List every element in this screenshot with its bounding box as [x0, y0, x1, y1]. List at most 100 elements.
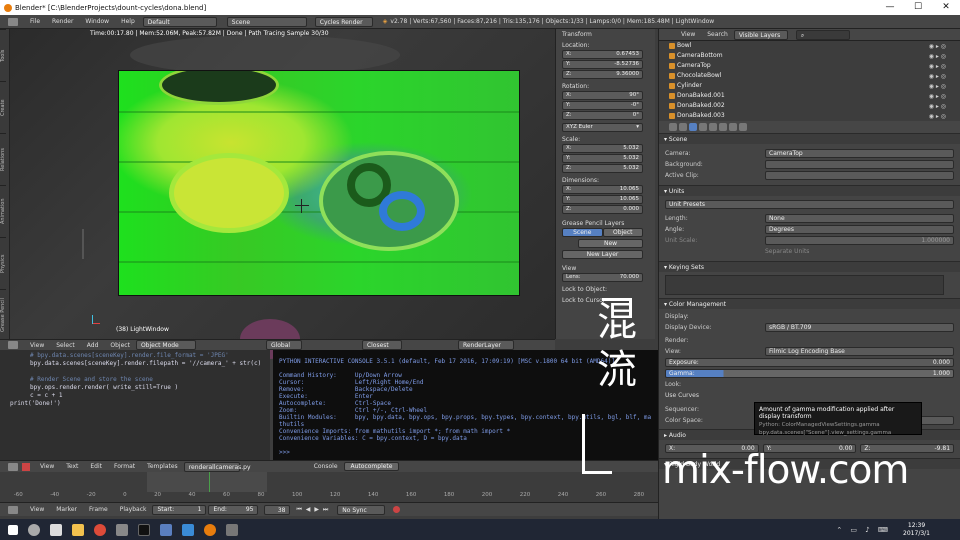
text-editor-type-icon[interactable]	[8, 462, 18, 471]
close-button[interactable]: ✕	[932, 0, 960, 15]
keying-sets-list[interactable]	[665, 275, 944, 295]
photos-icon[interactable]	[182, 523, 194, 536]
new-grease-button[interactable]: New	[578, 239, 643, 248]
dimensions-x-field[interactable]: X: 10.065	[562, 185, 643, 194]
grease-pencil-title[interactable]: Grease Pencil Layers	[562, 220, 655, 227]
text-file-selector[interactable]: renderallcameras.py	[183, 461, 251, 472]
text-menu-view[interactable]: View	[34, 463, 60, 470]
maximize-button[interactable]: ☐	[904, 0, 932, 15]
viewbar-menu-object[interactable]: Object	[104, 342, 136, 349]
rotation-z-field[interactable]: Z: 0°	[562, 111, 643, 120]
autocomplete-button[interactable]: Autocomplete	[343, 462, 400, 471]
outliner-item[interactable]: Bowl ◉ ▸ ◎	[659, 41, 960, 51]
scale-x-field[interactable]: X: 5.032	[562, 144, 643, 153]
record-icon[interactable]	[393, 506, 401, 513]
modifiers-tab-icon[interactable]	[729, 123, 737, 131]
viewbar-menu-select[interactable]: Select	[50, 342, 81, 349]
current-frame-field[interactable]: 38	[264, 504, 291, 515]
text-menu-text[interactable]: Text	[60, 463, 84, 470]
menu-file[interactable]: File	[24, 18, 46, 25]
timeline-menu-playback[interactable]: Playback	[114, 506, 153, 513]
tab-animation[interactable]: Animation	[0, 185, 6, 237]
outliner-search-input[interactable]: ⌕	[795, 29, 850, 40]
info-editor-icon[interactable]	[8, 17, 18, 26]
outliner-item[interactable]: DonaBaked.003 ◉ ▸ ◎	[659, 111, 960, 121]
editor-type-icon[interactable]	[8, 341, 18, 349]
new-layer-button[interactable]: New Layer	[562, 250, 643, 259]
pivot-selector[interactable]: Global	[265, 340, 302, 350]
view-transform-select[interactable]: Filmic Log Encoding Base	[765, 347, 954, 356]
exposure-field[interactable]: Exposure: 0.000	[665, 358, 954, 367]
unit-scale-field[interactable]: 1.000000	[765, 236, 954, 245]
scale-z-field[interactable]: Z: 5.032	[562, 164, 643, 173]
render-engine-selector[interactable]: Cycles Render	[314, 16, 373, 27]
outliner-item[interactable]: ChocolateBowl ◉ ▸ ◎	[659, 71, 960, 81]
outliner-menu-search[interactable]: Search	[701, 31, 734, 38]
dimensions-z-field[interactable]: Z: 0.000	[562, 205, 643, 214]
viewbar-menu-view[interactable]: View	[24, 342, 50, 349]
lens-field[interactable]: Lens: 70.000	[562, 273, 643, 282]
active-clip-field[interactable]	[765, 171, 954, 180]
end-frame-field[interactable]: End: 95	[208, 504, 259, 515]
color-management-panel-header[interactable]: ▾ Color Management	[659, 298, 960, 309]
scene-panel-header[interactable]: ▾ Scene	[659, 133, 960, 144]
render-layer-selector[interactable]: RenderLayer	[457, 340, 514, 350]
timeline[interactable]: -60 -40 -20 0 20 40 60 80 100 120 140 160 180 200 220 2…	[0, 472, 658, 502]
app-icon[interactable]	[116, 523, 128, 536]
outliner-item[interactable]: CameraBottom ◉ ▸ ◎	[659, 51, 960, 61]
sync-selector[interactable]: No Sync	[337, 504, 386, 515]
gamma-field[interactable]: Gamma: 1.000	[665, 369, 954, 378]
angle-select[interactable]: Degrees	[765, 225, 954, 234]
rotation-mode-select[interactable]: XYZ Euler ▾	[562, 123, 643, 132]
text-editor[interactable]: # bpy.data.scenes[sceneKey].render.file_…	[0, 350, 270, 460]
rotation-x-field[interactable]: X: 90°	[562, 91, 643, 100]
outliner-item[interactable]: DonaBaked.001 ◉ ▸ ◎	[659, 91, 960, 101]
layers-tab-icon[interactable]	[679, 123, 687, 131]
timeline-type-icon[interactable]	[8, 505, 18, 514]
world-tab-icon[interactable]	[699, 123, 707, 131]
layout-selector[interactable]: Default	[142, 16, 217, 27]
grease-scene-tab[interactable]: Scene	[562, 228, 603, 237]
snap-selector[interactable]: Closest	[361, 340, 402, 350]
outliner-item[interactable]: DonaBaked.002 ◉ ▸ ◎	[659, 101, 960, 111]
text-menu-format[interactable]: Format	[108, 463, 141, 470]
close-text-icon[interactable]	[22, 462, 30, 471]
units-panel-header[interactable]: ▾ Units	[659, 185, 960, 196]
tab-relations[interactable]: Relations	[0, 133, 6, 185]
render-tab-icon[interactable]	[669, 123, 677, 131]
blender-taskbar-icon[interactable]	[204, 523, 216, 536]
location-z-field[interactable]: Z: 9.36000	[562, 70, 643, 79]
tab-grease-pencil[interactable]: Grease Pencil	[0, 289, 6, 341]
outliner-filter-select[interactable]: Visible Layers	[733, 29, 788, 40]
outliner-item[interactable]: CameraTop ◉ ▸ ◎	[659, 61, 960, 71]
search-icon[interactable]	[28, 523, 40, 536]
data-tab-icon[interactable]	[739, 123, 747, 131]
text-menu-edit[interactable]: Edit	[84, 463, 108, 470]
outliner-menu-view[interactable]: View	[675, 31, 701, 38]
timeline-menu-marker[interactable]: Marker	[50, 506, 83, 513]
length-select[interactable]: None	[765, 214, 954, 223]
playhead[interactable]	[209, 472, 210, 492]
grease-object-tab[interactable]: Object	[602, 228, 643, 237]
chrome-icon[interactable]	[94, 523, 106, 536]
start-icon[interactable]	[8, 524, 18, 535]
system-tray-icons[interactable]: ⌃ ▭ ♪ ⌨	[836, 526, 891, 534]
console-menu[interactable]: Console	[308, 463, 344, 470]
scale-y-field[interactable]: Y: 5.032	[562, 154, 643, 163]
view-title[interactable]: View	[562, 265, 655, 272]
dimensions-y-field[interactable]: Y: 10.065	[562, 195, 643, 204]
location-x-field[interactable]: X: 0.67453	[562, 50, 643, 59]
mode-selector[interactable]: Object Mode	[135, 340, 196, 350]
start-frame-field[interactable]: Start: 1	[152, 504, 207, 515]
unit-presets-select[interactable]: Unit Presets	[665, 200, 954, 209]
tab-physics[interactable]: Physics	[0, 237, 6, 289]
timeline-menu-frame[interactable]: Frame	[83, 506, 114, 513]
object-tab-icon[interactable]	[709, 123, 717, 131]
task-view-icon[interactable]	[50, 523, 62, 536]
transform-title[interactable]: Transform	[562, 31, 655, 38]
camera-field[interactable]: CameraTop	[765, 149, 954, 158]
app-icon[interactable]	[160, 523, 172, 536]
separate-units-checkbox[interactable]: Separate Units	[765, 248, 809, 255]
constraints-tab-icon[interactable]	[719, 123, 727, 131]
scene-tab-icon[interactable]	[689, 123, 697, 131]
